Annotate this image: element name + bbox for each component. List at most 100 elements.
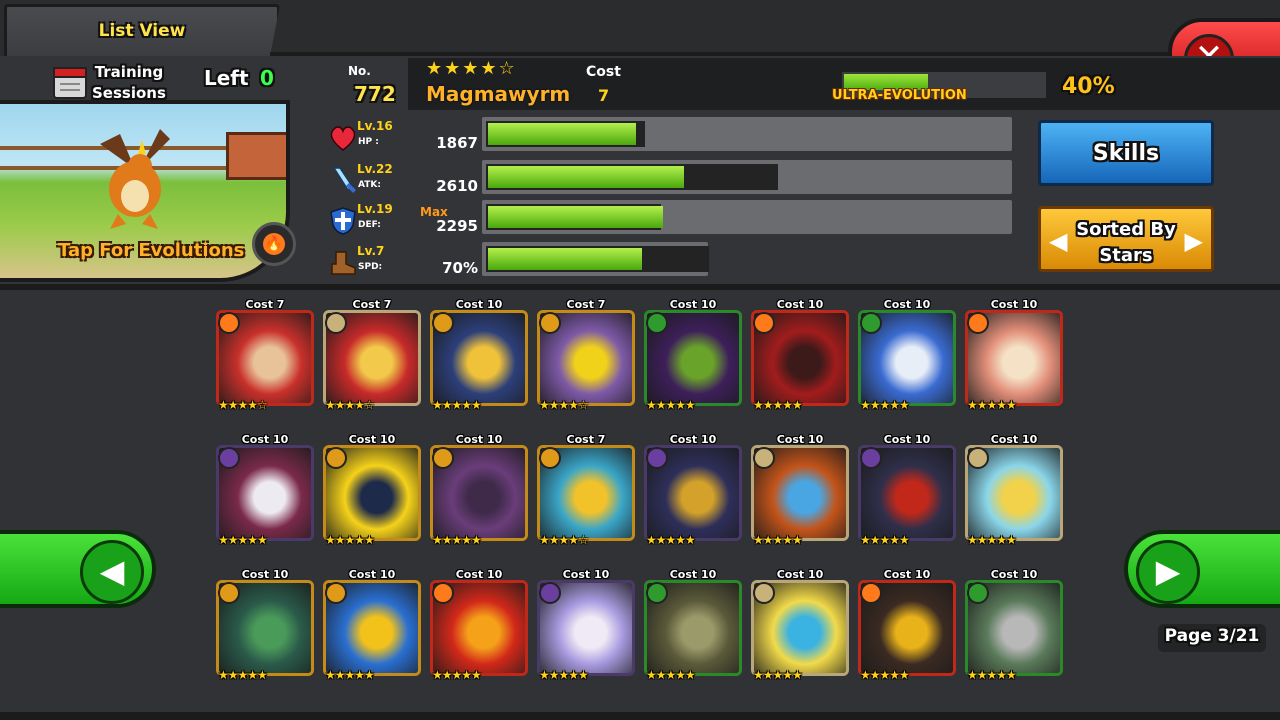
sort-next-icon[interactable]: ▶ xyxy=(1185,227,1203,255)
card-stars: ★★★★★ xyxy=(646,398,696,412)
monster-card[interactable]: Cost 10 ★★★★★ xyxy=(751,433,849,547)
cost-value: 7 xyxy=(598,86,610,105)
monster-card[interactable]: Cost 10 ★★★★★ xyxy=(965,298,1063,412)
monster-card[interactable]: Cost 10 ★★★★★ xyxy=(430,433,528,547)
monster-card[interactable]: Cost 10 ★★★★★ xyxy=(216,433,314,547)
water-element-icon xyxy=(432,312,454,334)
stat-value: 2295 xyxy=(436,217,478,235)
monster-card[interactable]: Cost 10 ★★★★★ xyxy=(751,298,849,412)
dark-element-icon xyxy=(860,447,882,469)
water-element-icon xyxy=(432,447,454,469)
card-stars: ★★★★★ xyxy=(753,398,803,412)
monster-card[interactable]: Cost 10 ★★★★★ xyxy=(644,433,742,547)
monster-card[interactable]: Cost 10 ★★★★★ xyxy=(751,568,849,682)
card-stars: ★★★★★ xyxy=(646,533,696,547)
page-number: Page 3/21 xyxy=(1164,626,1260,646)
card-stars: ★★★★★ xyxy=(432,533,482,547)
monster-card[interactable]: Cost 10 ★★★★★ xyxy=(537,568,635,682)
card-stars: ★★★★★ xyxy=(967,398,1017,412)
light-element-icon xyxy=(325,312,347,334)
monster-card[interactable]: Cost 10 ★★★★★ xyxy=(858,298,956,412)
stat-level: Lv.16 xyxy=(357,119,393,133)
training-sessions-label: Training Sessions xyxy=(92,62,166,104)
monster-card[interactable]: Cost 10 ★★★★★ xyxy=(430,298,528,412)
element-fire-button[interactable]: 🔥 xyxy=(252,222,296,266)
stat-bar-fill xyxy=(488,123,636,145)
monster-card[interactable]: Cost 7 ★★★★☆ xyxy=(216,298,314,412)
card-stars: ★★★★★ xyxy=(325,668,375,682)
card-stars: ★★★★★ xyxy=(753,668,803,682)
skills-button[interactable]: Skills xyxy=(1038,120,1214,186)
tap-for-evolutions-label[interactable]: Tap For Evolutions xyxy=(58,240,244,261)
water-element-icon xyxy=(325,447,347,469)
monster-card[interactable]: Cost 10 ★★★★★ xyxy=(644,298,742,412)
barn-decoration xyxy=(226,132,286,180)
monster-card[interactable]: Cost 10 ★★★★★ xyxy=(858,568,956,682)
stat-value: 2610 xyxy=(436,177,478,195)
prev-page-button[interactable]: ◀ xyxy=(0,530,156,608)
bottom-divider xyxy=(0,712,1280,720)
calendar-icon xyxy=(53,67,87,99)
cost-label: Cost xyxy=(586,64,621,80)
boot-icon xyxy=(328,248,358,278)
monster-card[interactable]: Cost 10 ★★★★★ xyxy=(965,568,1063,682)
nature-element-icon xyxy=(967,582,989,604)
stat-key: ATK: xyxy=(358,180,381,190)
card-stars: ★★★★☆ xyxy=(539,398,589,412)
card-stars: ★★★★★ xyxy=(432,668,482,682)
monster-card[interactable]: Cost 7 ★★★★☆ xyxy=(537,433,635,547)
monster-card[interactable]: Cost 7 ★★★★☆ xyxy=(537,298,635,412)
monster-card[interactable]: Cost 10 ★★★★★ xyxy=(430,568,528,682)
dark-element-icon xyxy=(218,447,240,469)
card-stars: ★★★★☆ xyxy=(539,533,589,547)
card-stars: ★★★★★ xyxy=(967,668,1017,682)
stat-level: Lv.7 xyxy=(357,244,385,258)
stat-bar-fill xyxy=(488,248,642,270)
card-stars: ★★★★★ xyxy=(325,533,375,547)
ultra-evolution-label: ULTRA-EVOLUTION xyxy=(832,88,967,103)
water-element-icon xyxy=(218,582,240,604)
max-badge: Max xyxy=(420,205,448,219)
sort-button[interactable]: ◀ Sorted By Stars ▶ xyxy=(1038,206,1214,272)
card-stars: ★★★★★ xyxy=(218,533,268,547)
monster-card[interactable]: Cost 10 ★★★★★ xyxy=(965,433,1063,547)
monster-card[interactable]: Cost 10 ★★★★★ xyxy=(216,568,314,682)
light-element-icon xyxy=(753,447,775,469)
nature-element-icon xyxy=(860,312,882,334)
evolution-percent: 40% xyxy=(1062,74,1115,99)
sessions-left-value: 0 xyxy=(260,66,274,90)
monster-card[interactable]: Cost 10 ★★★★★ xyxy=(323,433,421,547)
arrow-right-icon: ▶ xyxy=(1136,540,1200,604)
card-stars: ★★★★☆ xyxy=(218,398,268,412)
list-view-tab[interactable]: List View xyxy=(4,4,280,62)
skills-label: Skills xyxy=(1092,141,1160,166)
next-page-button[interactable]: ▶ xyxy=(1124,530,1280,608)
dark-element-icon xyxy=(539,582,561,604)
training-label-line2: Sessions xyxy=(92,84,166,102)
fire-element-icon xyxy=(860,582,882,604)
monster-number: 772 xyxy=(354,82,396,106)
fire-element-icon xyxy=(432,582,454,604)
water-element-icon xyxy=(539,312,561,334)
card-stars: ★★★★☆ xyxy=(325,398,375,412)
card-stars: ★★★★★ xyxy=(218,668,268,682)
page-indicator: Page 3/21 xyxy=(1158,624,1266,652)
stat-bar-fill xyxy=(488,206,663,228)
stat-bar-fill xyxy=(488,166,684,188)
monster-card[interactable]: Cost 10 ★★★★★ xyxy=(858,433,956,547)
stat-value: 1867 xyxy=(436,134,478,152)
arrow-left-icon: ◀ xyxy=(80,540,144,604)
monster-card[interactable]: Cost 7 ★★★★☆ xyxy=(323,298,421,412)
card-stars: ★★★★★ xyxy=(860,533,910,547)
card-stars: ★★★★★ xyxy=(646,668,696,682)
fire-icon: 🔥 xyxy=(263,233,285,255)
fire-element-icon xyxy=(753,312,775,334)
light-element-icon xyxy=(967,447,989,469)
monster-grid-area xyxy=(0,290,1280,720)
stat-level: Lv.22 xyxy=(357,162,393,176)
monster-card[interactable]: Cost 10 ★★★★★ xyxy=(323,568,421,682)
monster-card[interactable]: Cost 10 ★★★★★ xyxy=(644,568,742,682)
card-stars: ★★★★★ xyxy=(753,533,803,547)
monster-stars: ★★★★☆ xyxy=(426,58,517,79)
stat-value: 70% xyxy=(442,259,478,277)
